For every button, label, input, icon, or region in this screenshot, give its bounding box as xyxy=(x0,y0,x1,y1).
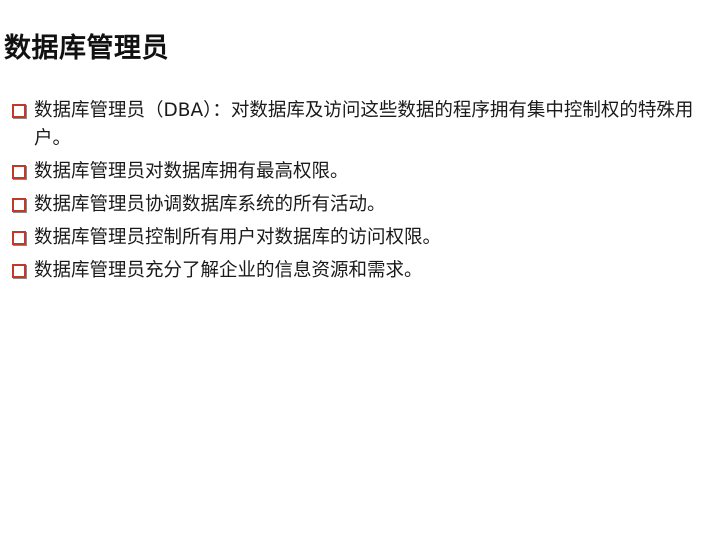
square-bullet-icon xyxy=(12,231,26,245)
bullet-text: 数据库管理员充分了解企业的信息资源和需求。 xyxy=(34,260,423,281)
bullet-text: 数据库管理员对数据库拥有最高权限。 xyxy=(34,161,349,182)
list-item: 数据库管理员控制所有用户对数据库的访问权限。 xyxy=(12,224,702,252)
list-item: 数据库管理员充分了解企业的信息资源和需求。 xyxy=(12,257,702,285)
bullet-text: 数据库管理员协调数据库系统的所有活动。 xyxy=(34,194,386,215)
bullet-text: 数据库管理员控制所有用户对数据库的访问权限。 xyxy=(34,227,442,248)
square-bullet-icon xyxy=(12,198,26,212)
square-bullet-icon xyxy=(12,264,26,278)
square-bullet-icon xyxy=(12,165,26,179)
bullet-list: 数据库管理员（DBA）：对数据库及访问这些数据的程序拥有集中控制权的特殊用户。 … xyxy=(12,97,702,290)
list-item: 数据库管理员（DBA）：对数据库及访问这些数据的程序拥有集中控制权的特殊用户。 xyxy=(12,97,702,153)
page-title: 数据库管理员 xyxy=(4,33,169,64)
square-bullet-icon xyxy=(12,104,26,118)
bullet-text: 数据库管理员（DBA）：对数据库及访问这些数据的程序拥有集中控制权的特殊用户。 xyxy=(34,100,694,149)
slide: 数据库管理员 数据库管理员（DBA）：对数据库及访问这些数据的程序拥有集中控制权… xyxy=(0,0,722,548)
list-item: 数据库管理员协调数据库系统的所有活动。 xyxy=(12,191,702,219)
list-item: 数据库管理员对数据库拥有最高权限。 xyxy=(12,158,702,186)
